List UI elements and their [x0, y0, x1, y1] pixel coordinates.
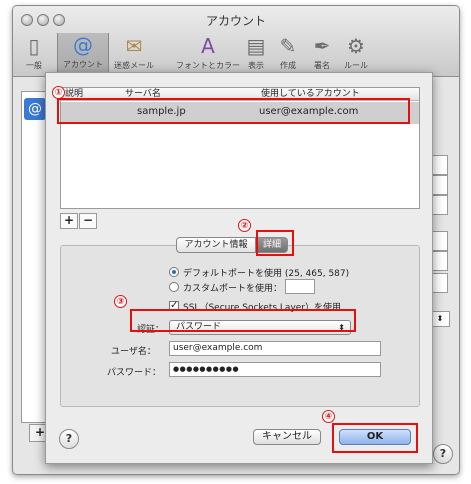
- account-at-icon[interactable]: @: [24, 98, 46, 120]
- remove-server-button[interactable]: −: [79, 213, 97, 229]
- annotation-marker-4: ④: [322, 410, 335, 423]
- toolbar-rules[interactable]: ⚙ ルール: [339, 34, 373, 71]
- toolbar-general[interactable]: ▯ 一般: [13, 34, 59, 71]
- toolbar-rules-label: ルール: [344, 61, 368, 70]
- toolbar-junk-mail-label: 迷惑メール: [114, 61, 154, 70]
- custom-port-radio[interactable]: [169, 282, 179, 292]
- custom-port-label: カスタムポートを使用：: [183, 284, 283, 294]
- username-field[interactable]: user@example.com: [169, 341, 381, 356]
- title-bar: アカウント ▯ 一般 @ アカウント ✉ 迷惑メール A フォントとカラー ▤ …: [13, 6, 459, 77]
- toolbar-compose-label: 作成: [280, 61, 296, 70]
- window-help-button[interactable]: ?: [433, 444, 453, 464]
- add-remove-bar: + −: [60, 213, 98, 229]
- tab-account-info[interactable]: アカウント情報: [176, 237, 256, 253]
- compose-icon: ✎: [279, 34, 297, 58]
- toolbar-accounts-label: アカウント: [63, 60, 103, 69]
- highlight-ok-button: [332, 423, 418, 453]
- password-field[interactable]: ●●●●●●●●●●: [169, 362, 381, 377]
- toolbar-view-label: 表示: [248, 61, 264, 70]
- toolbar-fonts-colors[interactable]: A フォントとカラー: [173, 34, 243, 71]
- add-server-button[interactable]: +: [60, 213, 78, 229]
- annotation-marker-2: ②: [238, 219, 251, 232]
- at-icon: @: [73, 33, 93, 57]
- cancel-button[interactable]: キャンセル: [253, 429, 321, 445]
- signature-icon: ✒: [313, 34, 331, 58]
- sheet-help-button[interactable]: ?: [59, 429, 79, 449]
- fonts-colors-icon: A: [201, 34, 215, 58]
- general-icon: ▯: [28, 34, 40, 58]
- background-popup[interactable]: ⬍: [430, 311, 450, 327]
- toolbar-fonts-colors-label: フォントとカラー: [176, 61, 240, 70]
- annotation-marker-3: ③: [114, 295, 127, 308]
- toolbar-signatures[interactable]: ✒ 署名: [307, 34, 337, 71]
- toolbar-accounts[interactable]: @ アカウント: [57, 33, 109, 75]
- username-label: ユーザ名：: [111, 347, 156, 357]
- toolbar-signatures-label: 署名: [314, 61, 330, 70]
- toolbar-compose[interactable]: ✎ 作成: [273, 34, 303, 71]
- rules-icon: ⚙: [347, 34, 365, 58]
- default-port-radio[interactable]: [169, 267, 179, 277]
- view-icon: ▤: [246, 34, 266, 58]
- toolbar-view[interactable]: ▤ 表示: [241, 34, 271, 71]
- default-port-label: デフォルトポートを使用 (25, 465, 587): [183, 269, 350, 279]
- junk-mail-icon: ✉: [125, 34, 143, 58]
- highlight-auth-select: [130, 309, 356, 332]
- highlight-server-row: [57, 98, 410, 124]
- password-label: パスワード：: [107, 368, 162, 378]
- toolbar-general-label: 一般: [26, 61, 42, 70]
- toolbar-junk-mail[interactable]: ✉ 迷惑メール: [109, 34, 159, 71]
- smtp-server-sheet: 説明 サーバ名 使用しているアカウント sample.jp user@examp…: [45, 72, 433, 464]
- custom-port-field[interactable]: [285, 279, 315, 294]
- highlight-advanced-tab: [256, 230, 294, 256]
- window-title: アカウント: [205, 14, 266, 28]
- annotation-marker-1: ①: [52, 86, 65, 99]
